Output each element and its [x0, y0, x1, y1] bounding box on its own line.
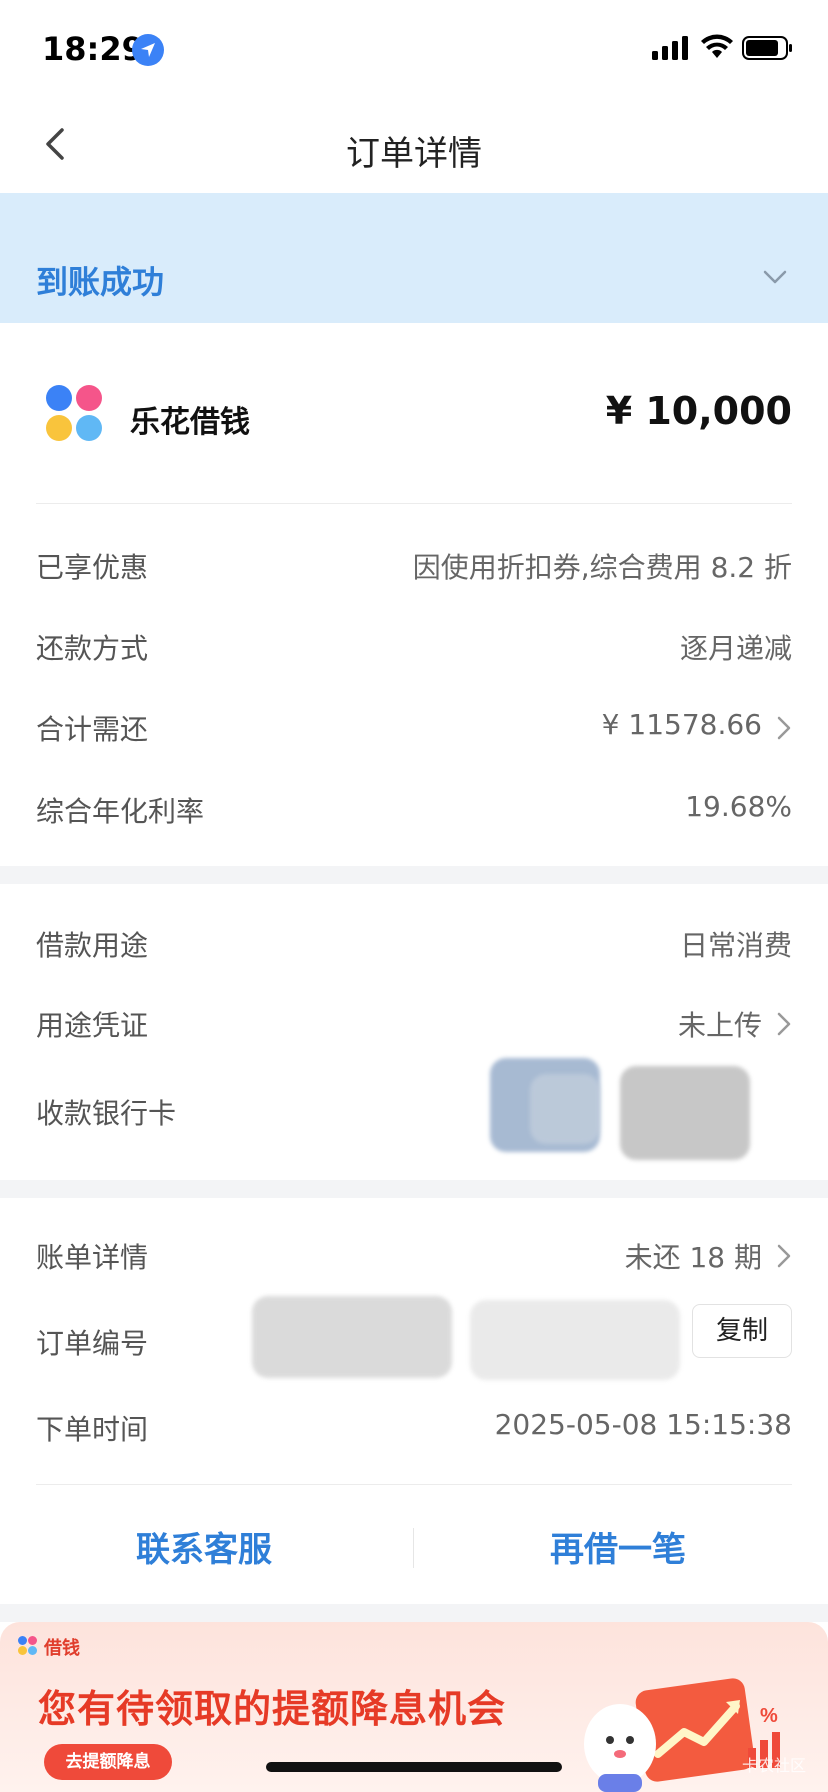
divider	[36, 1484, 792, 1485]
row-value: 逐月递减	[679, 632, 792, 665]
navigation-bar: 订单详情	[0, 96, 828, 192]
status-time: 18:29	[42, 30, 144, 68]
row-value: 未上传	[677, 1009, 762, 1042]
borrow-again-button[interactable]: 再借一笔	[550, 1522, 686, 1571]
promo-headline: 您有待领取的提额降息机会	[38, 1687, 507, 1731]
promo-tag: 借钱	[44, 1638, 80, 1659]
order-status-banner[interactable]: 到账成功	[0, 193, 828, 323]
row-value: 2025-05-08 15:15:38	[494, 1408, 792, 1441]
row-value: 19.68%	[685, 790, 792, 823]
section-separator	[0, 1604, 828, 1622]
row-value: 日常消费	[679, 929, 792, 962]
watermark-text: 卡农社区	[741, 1756, 806, 1775]
chevron-right-icon	[777, 716, 791, 740]
row-label: 借款用途	[36, 929, 149, 962]
section-separator	[0, 866, 828, 884]
contact-support-button[interactable]: 联系客服	[136, 1522, 272, 1571]
wifi-icon	[701, 34, 733, 58]
row-value: ¥ 11578.66	[601, 708, 762, 741]
loan-amount: ¥ 10,000	[605, 389, 792, 433]
row-value: 未还 18 期	[624, 1241, 762, 1274]
detail-row-annual-rate: 综合年化利率 19.68%	[0, 780, 828, 840]
row-label: 已享优惠	[36, 551, 149, 584]
detail-row-order-time: 下单时间 2025-05-08 15:15:38	[0, 1398, 828, 1458]
product-name: 乐花借钱	[130, 405, 250, 440]
row-label: 还款方式	[36, 632, 149, 665]
product-logo-icon	[18, 1636, 38, 1656]
detail-row-bill-details[interactable]: 账单详情 未还 18 期	[0, 1226, 828, 1286]
battery-icon	[742, 36, 792, 60]
section-separator	[0, 1180, 828, 1198]
chevron-right-icon	[777, 1012, 791, 1036]
redacted-order-number	[470, 1300, 680, 1380]
location-arrow-icon	[132, 34, 164, 66]
row-label: 用途凭证	[36, 1009, 149, 1042]
detail-row-discount: 已享优惠 因使用折扣券,综合费用 8.2 折	[0, 536, 828, 596]
chevron-down-icon[interactable]	[762, 268, 788, 286]
row-label: 账单详情	[36, 1241, 149, 1274]
redacted-order-number	[252, 1296, 452, 1378]
row-label: 合计需还	[36, 713, 149, 746]
row-value: 因使用折扣券,综合费用 8.2 折	[412, 551, 792, 584]
cellular-signal-icon	[652, 36, 688, 60]
divider	[36, 503, 792, 504]
svg-text:%: %	[760, 1705, 778, 1727]
detail-row-total-repay[interactable]: 合计需还 ¥ 11578.66	[0, 698, 828, 758]
home-indicator	[266, 1762, 562, 1772]
product-logo-icon	[46, 385, 102, 441]
row-label: 订单编号	[36, 1327, 149, 1360]
detail-row-loan-purpose: 借款用途 日常消费	[0, 914, 828, 974]
order-status-label: 到账成功	[36, 263, 165, 301]
row-label: 下单时间	[36, 1413, 149, 1446]
action-divider	[413, 1528, 414, 1568]
row-label: 综合年化利率	[36, 795, 205, 828]
status-bar: 18:29	[0, 0, 828, 96]
page-title: 订单详情	[346, 134, 482, 174]
detail-row-repayment-method: 还款方式 逐月递减	[0, 617, 828, 677]
redacted-bank-number	[620, 1066, 750, 1160]
chevron-right-icon	[777, 1244, 791, 1268]
copy-button[interactable]: 复制	[692, 1304, 792, 1358]
redacted-overlay	[530, 1074, 600, 1144]
row-label: 收款银行卡	[36, 1097, 177, 1130]
detail-row-purpose-proof[interactable]: 用途凭证 未上传	[0, 994, 828, 1054]
promo-cta-button[interactable]: 去提额降息	[44, 1744, 172, 1780]
